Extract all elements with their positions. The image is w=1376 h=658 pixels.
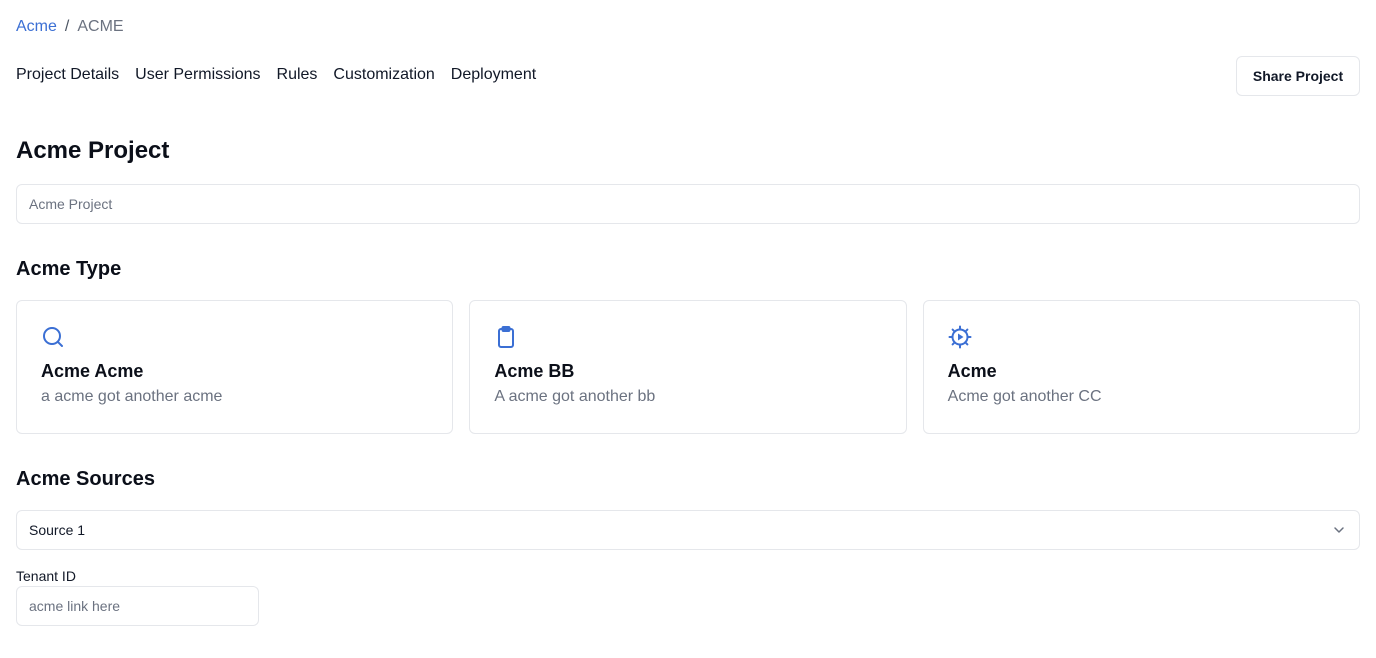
tab-deployment[interactable]: Deployment: [451, 66, 536, 84]
tab-customization[interactable]: Customization: [333, 66, 434, 84]
page: Acme / ACME Project Details User Permiss…: [0, 0, 1376, 658]
breadcrumb-current: ACME: [77, 18, 124, 35]
share-project-button[interactable]: Share Project: [1236, 56, 1360, 96]
project-title: Acme Project: [16, 137, 170, 164]
type-card-acme-bb[interactable]: Acme BB A acme got another bb: [469, 300, 907, 434]
type-cards: Acme Acme a acme got another acme Acme B…: [16, 300, 1360, 434]
type-card-acme[interactable]: Acme Acme got another CC: [922, 300, 1360, 434]
source-select-value: Source 1: [29, 522, 86, 538]
project-nav: Project Details User Permissions Rules C…: [16, 66, 536, 84]
breadcrumb: Acme / ACME: [16, 18, 124, 36]
clipboard-icon: [498, 326, 515, 348]
tab-project-details[interactable]: Project Details: [16, 66, 119, 84]
card-title: Acme: [947, 361, 997, 381]
tab-rules[interactable]: Rules: [277, 66, 318, 84]
tenant-id-label: Tenant ID: [16, 568, 76, 584]
chevron-down-icon: [1334, 527, 1344, 533]
type-card-acme-acme[interactable]: Acme Acme a acme got another acme: [16, 300, 454, 434]
source-select[interactable]: Source 1: [16, 510, 1360, 550]
card-description: Acme got another CC: [947, 388, 1102, 405]
gear-play-icon: [948, 325, 972, 349]
project-name-input[interactable]: [16, 184, 1360, 224]
tab-user-permissions[interactable]: User Permissions: [135, 66, 260, 84]
card-title: Acme BB: [494, 361, 575, 381]
acme-type-title: Acme Type: [16, 258, 122, 280]
search-icon: [43, 327, 63, 347]
card-description: a acme got another acme: [41, 388, 223, 405]
acme-sources-title: Acme Sources: [16, 468, 155, 490]
card-description: A acme got another bb: [494, 388, 656, 405]
breadcrumb-link-acme[interactable]: Acme: [16, 18, 57, 36]
tenant-id-input[interactable]: [16, 586, 259, 626]
card-title: Acme Acme: [41, 361, 144, 381]
breadcrumb-separator: /: [64, 18, 70, 35]
